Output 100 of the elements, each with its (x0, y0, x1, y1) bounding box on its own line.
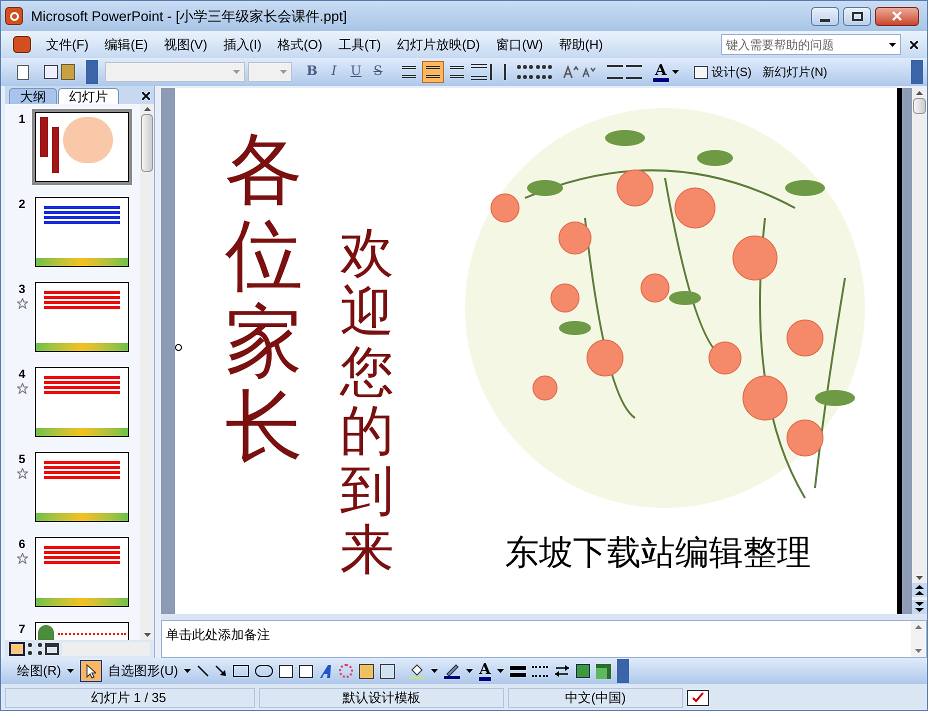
line-spacing-icon[interactable] (490, 64, 506, 80)
scroll-down-icon[interactable] (144, 633, 150, 637)
selection-handle[interactable] (175, 344, 182, 351)
close-button[interactable] (875, 6, 919, 26)
line-style-icon[interactable] (510, 666, 526, 676)
design-button[interactable]: 设计(S) (690, 63, 756, 81)
menu-item[interactable]: 工具(T) (331, 32, 388, 56)
strikethrough-button[interactable]: S (369, 62, 387, 82)
credit-text: 东坡下载站编辑整理 (505, 532, 811, 575)
text-box-icon[interactable] (279, 664, 294, 678)
menu-item[interactable]: 幻灯片放映(D) (390, 32, 488, 56)
slide-number: 2 (18, 197, 26, 211)
slide-thumbnail[interactable] (35, 197, 129, 267)
vertical-scrollbar[interactable] (911, 621, 926, 657)
window-title: Microsoft PowerPoint - [小学三年级家长会课件.ppt] (31, 6, 347, 26)
slide-thumbnail[interactable] (35, 282, 129, 352)
dropdown-arrow-icon[interactable] (184, 669, 192, 673)
dropdown-arrow-icon[interactable] (466, 669, 474, 673)
menu-item[interactable]: 帮助(H) (552, 32, 610, 56)
normal-view-icon[interactable] (9, 642, 25, 656)
scroll-down-icon[interactable] (915, 649, 922, 653)
numbered-list-icon[interactable] (517, 65, 533, 79)
scroll-down-icon[interactable] (916, 576, 923, 580)
status-text: 幻灯片 1 / 35 (5, 688, 255, 708)
autoshapes-button[interactable]: 自选图形(U) (108, 661, 178, 681)
line-icon[interactable] (197, 665, 210, 677)
scrollbar-thumb[interactable] (913, 98, 926, 114)
arrow-icon[interactable] (215, 665, 228, 677)
document-icon[interactable] (13, 36, 31, 53)
3d-style-icon[interactable] (596, 664, 611, 678)
menu-item[interactable]: 文件(F) (39, 32, 96, 56)
panel-tab[interactable]: 大纲 (9, 88, 57, 104)
rectangle-icon[interactable] (233, 665, 250, 677)
justify-icon[interactable] (471, 64, 487, 80)
menu-item[interactable]: 编辑(E) (98, 32, 155, 56)
dropdown-arrow-icon[interactable] (672, 70, 679, 74)
toolbar-options-icon[interactable] (616, 659, 629, 683)
clip-art-icon[interactable] (359, 664, 374, 678)
slide-number: 1 (18, 112, 26, 126)
dropdown-arrow-icon[interactable] (496, 669, 504, 673)
dropdown-arrow-icon[interactable] (67, 669, 74, 673)
new-document-icon[interactable] (17, 64, 29, 80)
picture-icon[interactable] (380, 664, 396, 678)
italic-button[interactable]: I (325, 62, 343, 82)
vertical-text-box-icon[interactable] (299, 664, 314, 678)
close-icon (892, 11, 902, 21)
menu-item[interactable]: 视图(V) (156, 32, 214, 56)
next-slide-icon[interactable] (912, 600, 927, 614)
draw-menu-button[interactable]: 绘图(R) (17, 661, 62, 681)
menu-item[interactable]: 插入(I) (216, 32, 269, 56)
arrow-style-icon[interactable] (554, 665, 570, 677)
minimize-button[interactable] (811, 6, 839, 26)
slide-thumbnail[interactable] (35, 112, 129, 182)
slide-subtitle: 欢迎您的到来 (340, 223, 394, 580)
close-icon (910, 40, 918, 48)
scroll-up-icon[interactable] (916, 91, 923, 95)
decrease-indent-icon[interactable] (607, 65, 623, 79)
help-search-field[interactable]: 键入需要帮助的问题 (721, 34, 901, 55)
dropdown-arrow-icon[interactable] (889, 42, 896, 46)
decrease-font-icon[interactable] (582, 66, 596, 78)
slide-thumbnail[interactable] (35, 367, 129, 437)
line-color-icon[interactable] (444, 663, 460, 679)
dash-style-icon[interactable] (532, 666, 548, 676)
slide-number: 6 (18, 537, 26, 551)
pointer-icon (86, 664, 96, 678)
slide-number: 7 (18, 622, 26, 636)
diagram-icon[interactable] (339, 664, 354, 678)
align-center-button[interactable] (422, 61, 444, 83)
menu-item[interactable]: 格式(O) (270, 32, 330, 56)
status-text: 中文(中国) (508, 688, 683, 708)
previous-slide-icon[interactable] (912, 583, 927, 597)
app-icon (5, 7, 23, 25)
wordart-icon[interactable] (319, 664, 334, 678)
slide-thumbnail[interactable] (35, 537, 129, 607)
increase-indent-icon[interactable] (626, 65, 642, 79)
scrollbar-thumb[interactable] (141, 114, 153, 172)
slide-thumbnail[interactable] (35, 452, 129, 522)
slide-number: 5 (18, 452, 26, 466)
font-color-button[interactable]: A (653, 62, 669, 82)
vertical-scrollbar[interactable] (912, 88, 927, 614)
maximize-button[interactable] (843, 6, 871, 26)
design-icon (694, 66, 708, 78)
panel-tab[interactable]: 幻灯片 (58, 88, 119, 104)
fill-color-icon[interactable] (409, 663, 426, 679)
underline-button[interactable]: U (347, 62, 365, 82)
shadow-icon[interactable] (576, 664, 590, 678)
scroll-up-icon[interactable] (144, 107, 150, 111)
close-icon (142, 92, 150, 100)
vertical-scrollbar[interactable] (140, 104, 154, 640)
increase-font-icon[interactable] (563, 65, 579, 79)
bold-button[interactable]: B (303, 62, 321, 82)
spelling-icon[interactable] (687, 690, 709, 706)
pointer-button[interactable] (80, 660, 102, 682)
bulleted-list-icon[interactable] (536, 65, 552, 79)
copy-icon[interactable] (44, 65, 58, 79)
new-slide-button[interactable]: 新幻灯片(N) (758, 63, 832, 81)
status-text: 默认设计模板 (259, 688, 504, 708)
menu-item[interactable]: 窗口(W) (489, 32, 550, 56)
scroll-up-icon[interactable] (915, 625, 922, 629)
dropdown-arrow-icon[interactable] (431, 669, 438, 673)
